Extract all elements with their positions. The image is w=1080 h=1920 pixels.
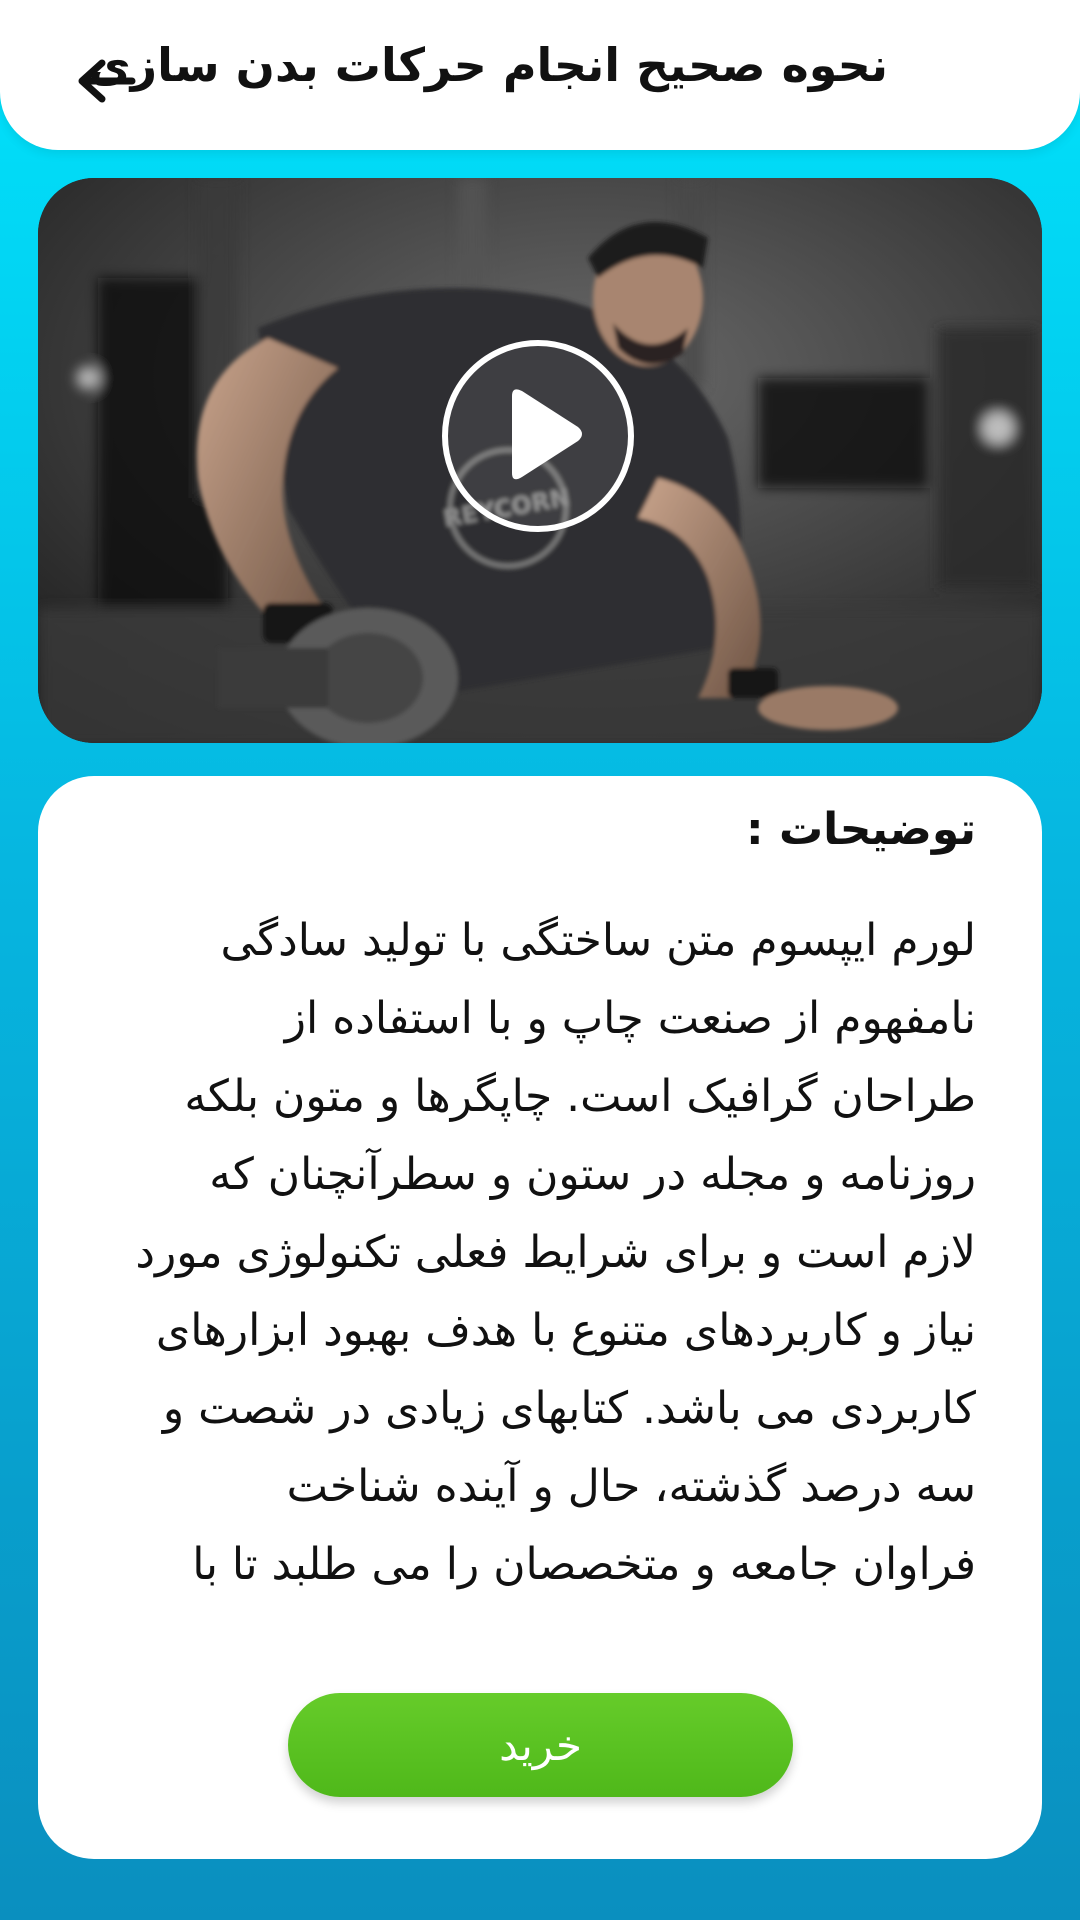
- video-player[interactable]: REYCORN: [38, 178, 1042, 743]
- page-title: نحوه صحیح انجام حرکات بدن سازی: [88, 38, 888, 92]
- description-card: توضیحات : لورم ایپسوم متن ساختگی با تولی…: [38, 776, 1042, 1859]
- app-header: نحوه صحیح انجام حرکات بدن سازی: [0, 0, 1080, 150]
- description-line: نامفهوم از صنعت چاپ و با استفاده از: [284, 993, 976, 1044]
- description-line: سه درصد گذشته، حال و آینده شناخت: [286, 1461, 976, 1512]
- description-line: طراحان گرافیک است. چاپگرها و متون بلکه: [184, 1071, 976, 1122]
- description-line: کاربردی می باشد. کتابهای زیادی در شصت و: [162, 1383, 976, 1434]
- description-text: لورم ایپسوم متن ساختگی با تولید سادگی نا…: [96, 902, 976, 1604]
- buy-button[interactable]: خرید: [288, 1693, 793, 1797]
- play-button[interactable]: [440, 338, 636, 534]
- description-heading: توضیحات :: [746, 804, 976, 855]
- description-line: روزنامه و مجله در ستون و سطرآنچنان که: [209, 1149, 976, 1200]
- description-line: لورم ایپسوم متن ساختگی با تولید سادگی: [220, 915, 976, 966]
- description-line: فراوان جامعه و متخصصان را می طلبد تا با: [192, 1539, 976, 1590]
- description-line: لازم است و برای شرایط فعلی تکنولوژی مورد: [135, 1227, 976, 1278]
- description-line: نیاز و کاربردهای متنوع با هدف بهبود ابزا…: [155, 1305, 976, 1356]
